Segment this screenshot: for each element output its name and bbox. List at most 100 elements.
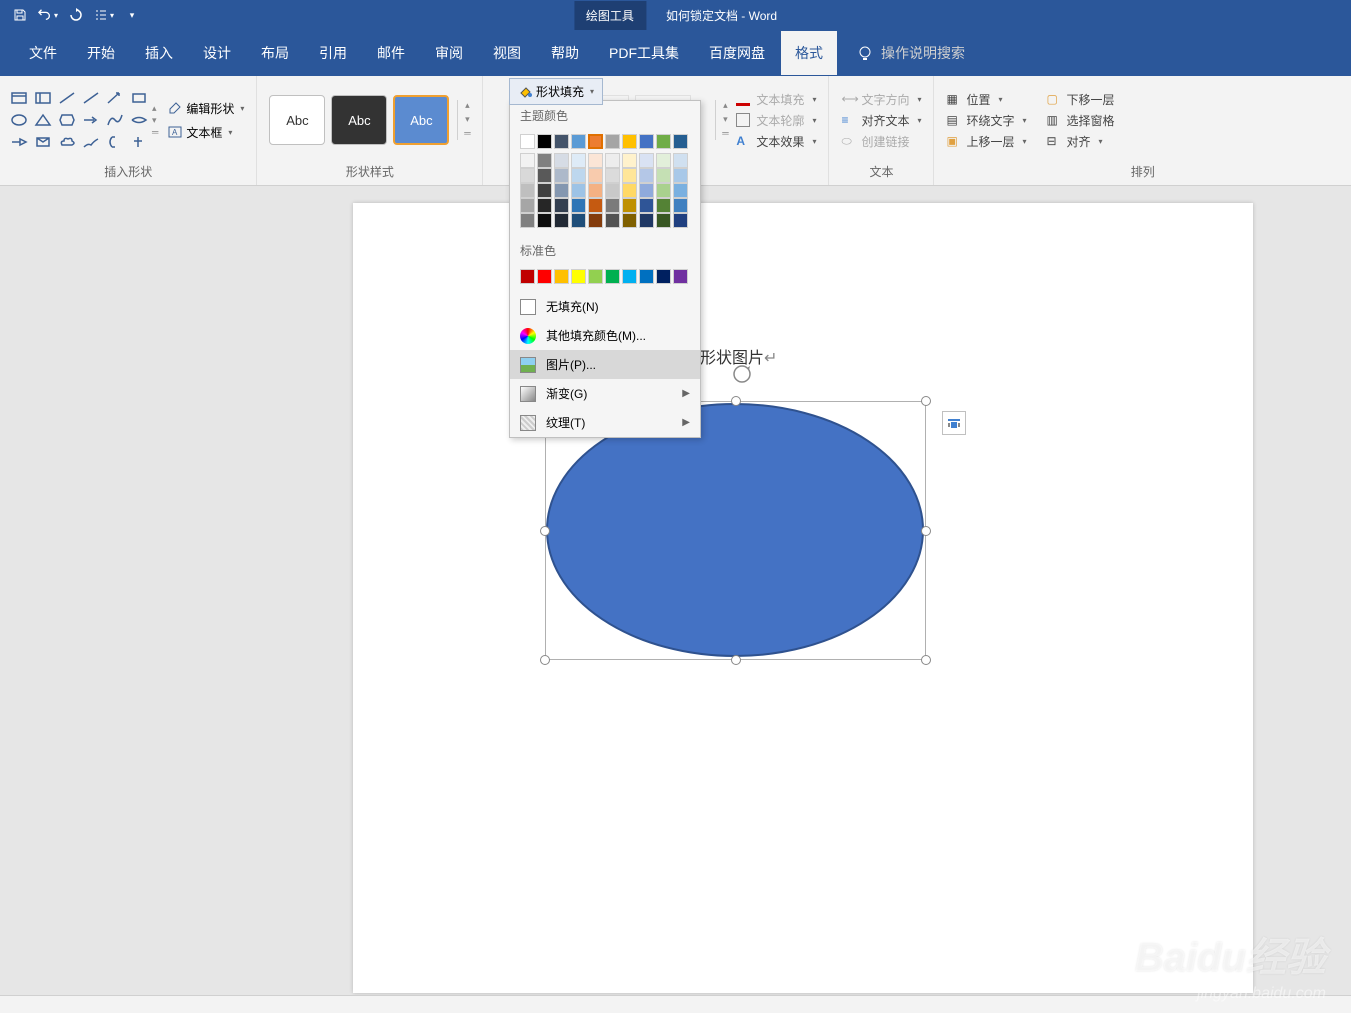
text-fill-button[interactable]: 文本填充▾ [736, 91, 816, 108]
color-swatch[interactable] [537, 134, 552, 149]
resize-handle-lm[interactable] [540, 526, 550, 536]
shape-gallery[interactable] [8, 88, 150, 152]
style-thumb-2[interactable]: Abc [331, 95, 387, 145]
color-swatch[interactable] [520, 269, 535, 284]
tell-me-search[interactable]: 操作说明搜索 [839, 43, 965, 63]
style-gallery-down[interactable]: ▾ [460, 114, 474, 126]
color-swatch[interactable] [537, 153, 552, 168]
position-button[interactable]: ▦位置▾ [946, 91, 1026, 108]
shape-fill-button[interactable]: 形状填充▾ [509, 78, 603, 105]
color-swatch[interactable] [588, 134, 603, 149]
tab-format[interactable]: 格式 [781, 31, 837, 75]
color-swatch[interactable] [605, 134, 620, 149]
gallery-up[interactable]: ▴ [152, 103, 158, 114]
color-swatch[interactable] [622, 198, 637, 213]
color-swatch[interactable] [588, 168, 603, 183]
color-swatch[interactable] [622, 213, 637, 228]
list-button[interactable]: ▾ [94, 5, 114, 25]
color-swatch[interactable] [520, 134, 535, 149]
color-swatch[interactable] [673, 183, 688, 198]
resize-handle-tm[interactable] [731, 396, 741, 406]
color-swatch[interactable] [571, 198, 586, 213]
color-swatch[interactable] [605, 213, 620, 228]
color-swatch[interactable] [520, 168, 535, 183]
tab-view[interactable]: 视图 [479, 31, 535, 75]
text-effects-button[interactable]: A文本效果▾ [736, 133, 816, 150]
wa-gallery-down[interactable]: ▾ [718, 114, 732, 126]
document-page[interactable]: ⚓ 形状图片↵ [353, 203, 1253, 993]
shape-style-gallery[interactable]: Abc Abc Abc [265, 91, 453, 149]
wa-gallery-up[interactable]: ▴ [718, 100, 732, 112]
color-swatch[interactable] [605, 269, 620, 284]
picture-fill-item[interactable]: 图片(P)... [510, 350, 700, 379]
color-swatch[interactable] [639, 134, 654, 149]
color-swatch[interactable] [537, 198, 552, 213]
color-swatch[interactable] [571, 183, 586, 198]
tab-design[interactable]: 设计 [189, 31, 245, 75]
rotate-handle-icon[interactable] [731, 363, 753, 385]
color-swatch[interactable] [605, 168, 620, 183]
color-swatch[interactable] [656, 168, 671, 183]
color-swatch[interactable] [673, 198, 688, 213]
align-button[interactable]: ⊟对齐▾ [1047, 133, 1115, 150]
tab-references[interactable]: 引用 [305, 31, 361, 75]
ellipse-shape[interactable] [545, 401, 926, 660]
style-gallery-more[interactable]: ═ [460, 128, 474, 140]
color-swatch[interactable] [537, 269, 552, 284]
no-fill-item[interactable]: 无填充(N) [510, 292, 700, 321]
color-swatch[interactable] [537, 183, 552, 198]
color-swatch[interactable] [622, 134, 637, 149]
color-swatch[interactable] [520, 213, 535, 228]
color-swatch[interactable] [520, 198, 535, 213]
color-swatch[interactable] [571, 168, 586, 183]
color-swatch[interactable] [554, 213, 569, 228]
color-swatch[interactable] [605, 153, 620, 168]
tab-file[interactable]: 文件 [15, 31, 71, 75]
selection-pane-button[interactable]: ▥选择窗格 [1047, 112, 1115, 129]
tab-mailings[interactable]: 邮件 [363, 31, 419, 75]
redo-button[interactable] [66, 5, 86, 25]
color-swatch[interactable] [639, 269, 654, 284]
color-swatch[interactable] [622, 168, 637, 183]
color-swatch[interactable] [639, 168, 654, 183]
color-swatch[interactable] [639, 198, 654, 213]
more-colors-item[interactable]: 其他填充颜色(M)... [510, 321, 700, 350]
color-swatch[interactable] [554, 198, 569, 213]
gallery-down[interactable]: ▾ [152, 115, 158, 126]
qat-customize[interactable]: ▾ [122, 5, 142, 25]
save-button[interactable] [10, 5, 30, 25]
resize-handle-bm[interactable] [731, 655, 741, 665]
style-gallery-up[interactable]: ▴ [460, 100, 474, 112]
send-backward-button[interactable]: ▢下移一层 [1047, 91, 1115, 108]
color-swatch[interactable] [656, 269, 671, 284]
edit-shape-button[interactable]: 编辑形状▾ [164, 98, 248, 119]
color-swatch[interactable] [571, 153, 586, 168]
tab-help[interactable]: 帮助 [537, 31, 593, 75]
tab-home[interactable]: 开始 [73, 31, 129, 75]
resize-handle-tr[interactable] [921, 396, 931, 406]
color-swatch[interactable] [554, 183, 569, 198]
color-swatch[interactable] [554, 168, 569, 183]
color-swatch[interactable] [605, 198, 620, 213]
wrap-text-button[interactable]: ▤环绕文字▾ [946, 112, 1026, 129]
color-swatch[interactable] [571, 134, 586, 149]
resize-handle-br[interactable] [921, 655, 931, 665]
wa-gallery-more[interactable]: ═ [718, 128, 732, 140]
undo-button[interactable]: ▾ [38, 5, 58, 25]
color-swatch[interactable] [656, 153, 671, 168]
color-swatch[interactable] [537, 213, 552, 228]
resize-handle-rm[interactable] [921, 526, 931, 536]
color-swatch[interactable] [588, 269, 603, 284]
color-swatch[interactable] [554, 153, 569, 168]
text-box-button[interactable]: A 文本框▾ [164, 122, 248, 143]
texture-fill-item[interactable]: 纹理(T)▶ [510, 408, 700, 437]
color-swatch[interactable] [656, 183, 671, 198]
color-swatch[interactable] [571, 213, 586, 228]
color-swatch[interactable] [520, 183, 535, 198]
color-swatch[interactable] [537, 168, 552, 183]
text-outline-button[interactable]: 文本轮廓▾ [736, 112, 816, 129]
color-swatch[interactable] [673, 168, 688, 183]
color-swatch[interactable] [571, 269, 586, 284]
color-swatch[interactable] [639, 153, 654, 168]
create-link-button[interactable]: ⬭创建链接 [841, 133, 921, 150]
